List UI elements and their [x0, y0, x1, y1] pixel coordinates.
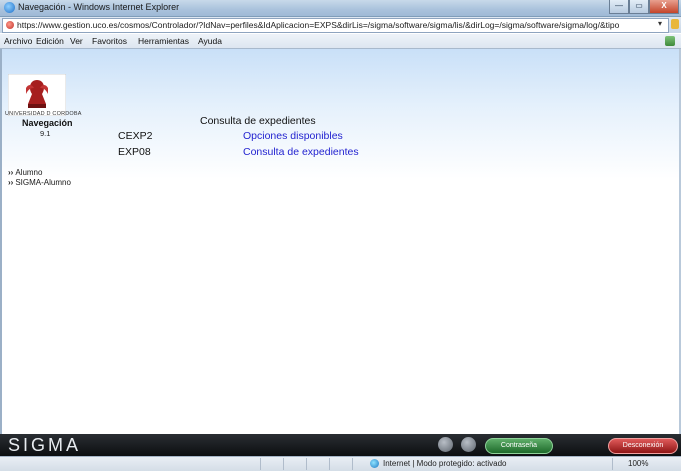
menu-ver[interactable]: Ver: [70, 36, 83, 46]
menu-favoritos[interactable]: Favoritos: [92, 36, 127, 46]
window-controls: — ▭ X: [609, 0, 679, 14]
navigation-version: 9.1: [40, 129, 51, 138]
status-separator: [329, 458, 330, 470]
status-bar: Internet | Modo protegido: activado 100%: [0, 456, 681, 471]
password-button[interactable]: Contraseña: [485, 438, 553, 454]
status-separator: [283, 458, 284, 470]
sigma-logo: SIGMA: [8, 435, 82, 455]
sidebar-item-alumno[interactable]: ›› Alumno: [8, 168, 42, 177]
logo-caption: UNIVERSIDAD D CORDOBA: [5, 111, 82, 117]
url-text: https://www.gestion.uco.es/cosmos/Contro…: [17, 20, 620, 30]
sidebar-item-sigma-alumno[interactable]: ›› SIGMA-Alumno: [8, 178, 71, 187]
sigma-footer-bar: SIGMA Contraseña Desconexión: [0, 434, 681, 456]
favorites-toolbar-icon[interactable]: [665, 36, 675, 46]
option-code: EXP08: [118, 146, 151, 158]
menu-herramientas[interactable]: Herramientas: [138, 36, 189, 46]
link-opciones-disponibles[interactable]: Opciones disponibles: [243, 130, 343, 142]
page-icon: [6, 21, 14, 29]
sidebar-item-label: Alumno: [15, 168, 43, 177]
menu-bar: Archivo Edición Ver Favoritos Herramient…: [0, 34, 681, 49]
lock-icon[interactable]: [671, 19, 679, 29]
minimize-button[interactable]: —: [609, 0, 629, 14]
status-separator: [352, 458, 353, 470]
menu-edicion[interactable]: Edición: [36, 36, 64, 46]
status-separator: [260, 458, 261, 470]
university-logo-icon: [8, 74, 66, 116]
zoom-level[interactable]: 100%: [628, 459, 648, 468]
window-title: Navegación - Windows Internet Explorer: [18, 2, 180, 12]
sidebar-item-label: SIGMA-Alumno: [15, 178, 71, 187]
navigation-heading: Navegación: [22, 118, 73, 128]
security-zone[interactable]: Internet | Modo protegido: activado: [383, 459, 507, 468]
page-title: Consulta de expedientes: [200, 115, 316, 127]
double-chevron-icon: ››: [8, 178, 14, 187]
menu-ayuda[interactable]: Ayuda: [198, 36, 222, 46]
page-content: [0, 49, 679, 434]
maximize-button[interactable]: ▭: [629, 0, 649, 14]
option-code: CEXP2: [118, 130, 153, 142]
print-icon[interactable]: [461, 437, 476, 452]
menu-archivo[interactable]: Archivo: [4, 36, 32, 46]
double-chevron-icon: ››: [8, 168, 14, 177]
url-input[interactable]: https://www.gestion.uco.es/cosmos/Contro…: [2, 18, 669, 33]
status-separator: [306, 458, 307, 470]
close-button[interactable]: X: [649, 0, 679, 14]
address-bar: https://www.gestion.uco.es/cosmos/Contro…: [0, 17, 681, 33]
status-separator: [612, 458, 613, 470]
logout-button[interactable]: Desconexión: [608, 438, 678, 454]
window-title-bar: Navegación - Windows Internet Explorer —…: [0, 0, 681, 17]
home-icon[interactable]: [438, 437, 453, 452]
internet-explorer-icon: [4, 2, 15, 13]
globe-icon: [370, 459, 379, 468]
url-dropdown-icon[interactable]: ▾: [658, 19, 662, 28]
link-consulta-expedientes[interactable]: Consulta de expedientes: [243, 146, 359, 158]
